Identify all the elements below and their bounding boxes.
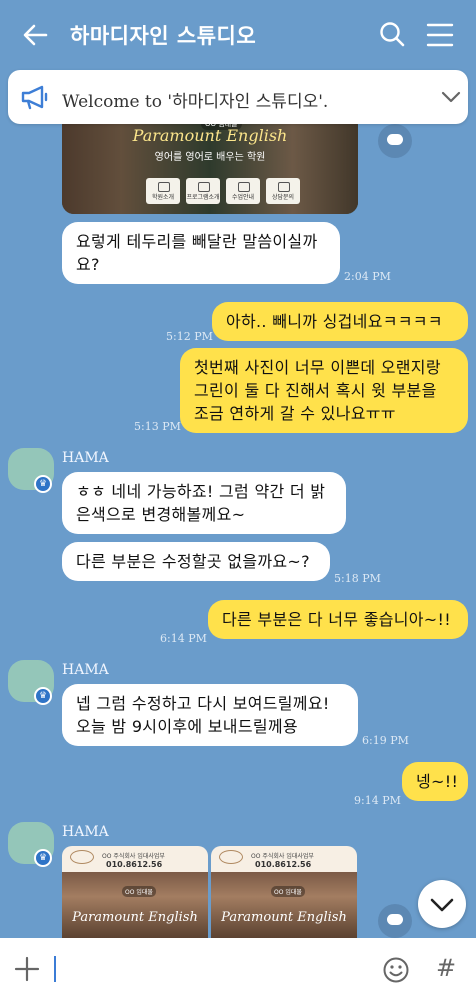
sender-name: HAMA [62,662,109,678]
thumb-header-text: OO 주식회사 임대사업부 [251,853,314,860]
message-time: 9:14 PM [354,794,401,807]
chat-area[interactable]: OO 임대물 Paramount English 영어를 영어로 배우는 학원 … [0,68,476,938]
message-input-bar: # [0,938,476,1000]
crown-icon: ♛ [34,687,52,705]
share-icon[interactable] [378,904,412,938]
search-icon[interactable] [378,20,406,48]
thumb-phone-text: 010.8612.56 [255,860,312,869]
image-thumbnail[interactable]: OO 주식회사 임대사업부 010.8612.56 OO 임대물 Paramou… [62,846,208,938]
thumb-badge: OO 임대물 [271,886,305,897]
sender-name: HAMA [62,450,109,466]
scroll-to-bottom-button[interactable] [418,880,466,928]
logo-icon [70,850,94,864]
thumb-header-text: OO 주식회사 임대사업부 [102,853,165,860]
sender-name: HAMA [62,824,109,840]
message-input[interactable] [54,956,56,982]
chevron-down-icon [430,898,454,912]
message-time: 5:18 PM [334,572,381,585]
message-text: 요? [76,255,100,274]
message-bubble-incoming[interactable]: 다른 부분은 수정할곳 없을까요~? [62,542,330,581]
image-thumbnail[interactable]: OO 주식회사 임대사업부 010.8612.56 OO 임대물 Paramou… [211,846,357,938]
message-time: 6:14 PM [160,632,207,645]
message-text: 넵 그럼 수정하고 다시 보여드릴께요! [76,694,330,713]
megaphone-icon [21,85,48,110]
message-bubble-outgoing[interactable]: 다른 부분은 다 너무 좋습니아~!! [208,600,468,639]
message-time: 6:19 PM [362,734,409,747]
message-bubble-incoming[interactable]: 넵 그럼 수정하고 다시 보여드릴께요! 오늘 밤 9시이후에 보내드릴께용 [62,684,358,746]
logo-icon [219,850,243,864]
message-text: 첫번째 사진이 너무 이쁜데 오랜지랑 [194,358,441,377]
message-time: 5:13 PM [134,420,181,433]
chat-title: 하마디자인 스튜디오 [70,24,257,48]
message-text: 다른 부분은 수정할곳 없을까요~? [76,552,310,571]
chat-header: 하마디자인 스튜디오 [0,0,476,68]
image-subtitle: 영어를 영어로 배우는 학원 [154,152,266,163]
message-text: 그린이 둘 다 진해서 혹시 윗 부분을 [194,381,437,400]
message-text: 오늘 밤 9시이후에 보내드릴께용 [76,717,298,736]
message-text: ㅎㅎ 네네 가능하죠! 그럼 약간 더 밝 [76,482,326,501]
message-text: 조금 연하게 갈 수 있나요ㅠㅠ [194,404,396,423]
message-bubble-outgoing[interactable]: 첫번째 사진이 너무 이쁜데 오랜지랑 그린이 둘 다 진해서 혹시 윗 부분을… [180,348,468,433]
crown-icon: ♛ [34,849,52,867]
message-text: 다른 부분은 다 너무 좋습니아~!! [222,610,451,629]
notice-text: Welcome to '하마디자인 스튜디오'. [62,92,329,112]
crown-icon: ♛ [34,475,52,493]
message-text: 넹~!! [416,772,459,791]
share-icon[interactable] [378,124,412,158]
message-bubble-incoming[interactable]: ㅎㅎ 네네 가능하죠! 그럼 약간 더 밝 은색으로 변경해볼께요~ [62,472,346,534]
thumb-brand: Paramount English [72,910,198,925]
arrow-left-icon[interactable] [20,20,50,50]
image-menu-tiles: 학원소개 프로그램소개 수업안내 상담문의 [146,178,300,204]
message-time: 2:04 PM [344,270,391,283]
plus-icon[interactable] [14,956,40,982]
hamburger-menu-icon[interactable] [426,22,454,48]
thumb-brand: Paramount English [221,910,347,925]
image-brand: Paramount English [132,126,288,145]
menu-tile: 프로그램소개 [186,178,220,204]
message-bubble-incoming[interactable]: 요렇게 테두리를 빼달란 말씀이실까 요? [62,222,340,284]
hashtag-button[interactable]: # [436,954,456,982]
message-time: 5:12 PM [166,330,213,343]
notice-banner[interactable]: Welcome to '하마디자인 스튜디오'. [8,70,468,124]
chevron-down-icon[interactable] [440,86,462,108]
message-bubble-outgoing[interactable]: 넹~!! [402,762,468,801]
menu-tile: 수업안내 [226,178,260,204]
menu-tile: 상담문의 [266,178,300,204]
message-text: 은색으로 변경해볼께요~ [76,505,246,524]
message-bubble-outgoing[interactable]: 아하.. 빼니까 싱겁네요ㅋㅋㅋㅋ [212,302,468,341]
message-text: 아하.. 빼니까 싱겁네요ㅋㅋㅋㅋ [226,312,443,331]
thumb-badge: OO 임대물 [122,886,156,897]
message-text: 요렇게 테두리를 빼달란 말씀이실까 [76,232,318,251]
menu-tile: 학원소개 [146,178,180,204]
emoji-icon[interactable] [382,956,410,984]
image-message[interactable]: OO 임대물 Paramount English 영어를 영어로 배우는 학원 … [62,114,358,214]
thumb-phone-text: 010.8612.56 [106,860,163,869]
